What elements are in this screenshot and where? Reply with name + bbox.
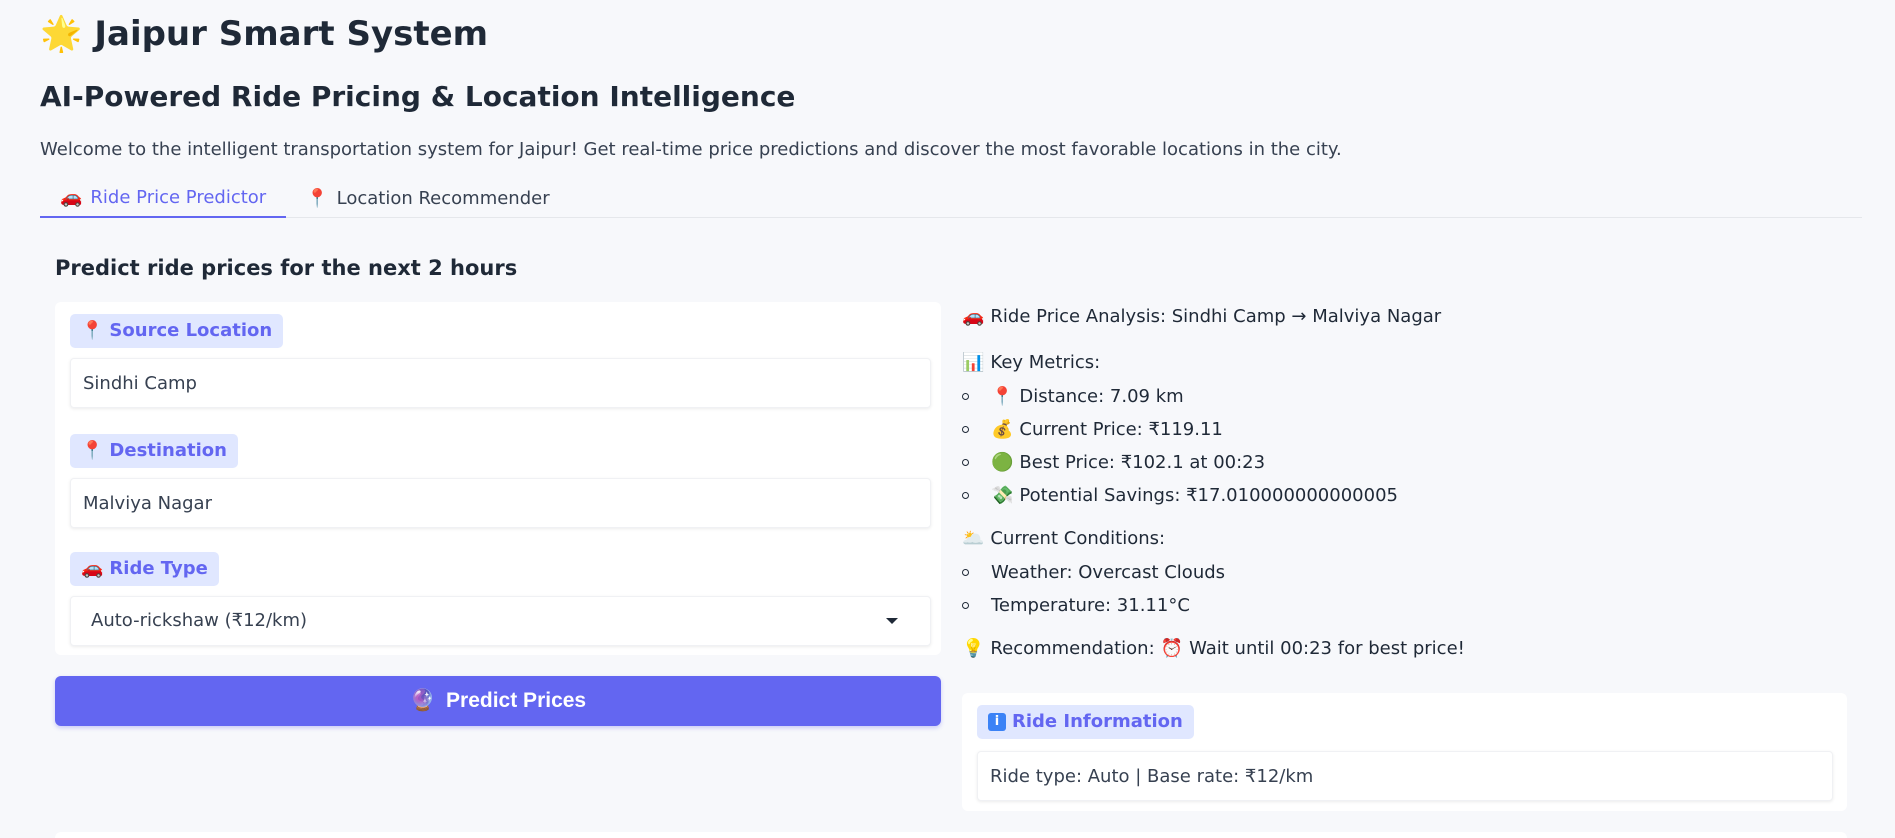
bullet-icon <box>962 393 969 400</box>
list-item: 💰 Current Price: ₹119.11 <box>962 413 1862 446</box>
bullet-icon <box>962 569 969 576</box>
price-analysis: 🚗 Ride Price Analysis: Sindhi Camp → Mal… <box>962 302 1862 664</box>
recommendation-text: Wait until 00:23 for best price! <box>1189 638 1465 659</box>
metric-distance: Distance: 7.09 km <box>1019 386 1184 407</box>
list-item: Weather: Overcast Clouds <box>962 556 1862 589</box>
bullet-icon <box>962 602 969 609</box>
tab-bar: 🚗 Ride Price Predictor 📍 Location Recomm… <box>40 180 1862 218</box>
source-location-input[interactable]: Sindhi Camp <box>70 358 931 408</box>
welcome-text: Welcome to the intelligent transportatio… <box>40 139 1342 160</box>
chevron-down-icon <box>886 618 898 624</box>
conditions-list: Weather: Overcast Clouds Temperature: 31… <box>962 556 1862 622</box>
pin-icon: 📍 <box>81 320 104 341</box>
bullet-icon <box>962 426 969 433</box>
app-root: 🌟 Jaipur Smart System AI-Powered Ride Pr… <box>0 0 1895 838</box>
recommendation-label: Recommendation: <box>990 638 1155 659</box>
ride-information-text: Ride type: Auto | Base rate: ₹12/km <box>977 751 1833 801</box>
analysis-heading-text: Ride Price Analysis: Sindhi Camp → Malvi… <box>990 306 1442 327</box>
pin-icon: 📍 <box>306 188 329 209</box>
bullet-icon <box>962 459 969 466</box>
key-metrics-title: 📊 Key Metrics: <box>962 348 1862 378</box>
label-text: Ride Information <box>1012 711 1183 732</box>
destination-input[interactable]: Malviya Nagar <box>70 478 931 528</box>
lightbulb-icon: 💡 <box>962 638 985 659</box>
button-label: Predict Prices <box>446 689 587 712</box>
tab-label: Ride Price Predictor <box>90 187 267 208</box>
app-title-text: Jaipur Smart System <box>94 14 489 54</box>
condition-temperature: Temperature: 31.11°C <box>991 595 1190 616</box>
analysis-heading: 🚗 Ride Price Analysis: Sindhi Camp → Mal… <box>962 302 1862 332</box>
predict-prices-button[interactable]: 🔮 Predict Prices <box>55 676 941 726</box>
cloud-sun-icon: 🌥️ <box>962 528 985 549</box>
car-icon: 🚗 <box>962 306 985 327</box>
section-title: Predict ride prices for the next 2 hours <box>55 256 518 280</box>
pin-icon: 📍 <box>991 386 1014 407</box>
label-text: Ride Type <box>109 558 208 579</box>
ride-type-select[interactable]: Auto-rickshaw (₹12/km) <box>70 596 931 646</box>
ride-form: 📍 Source Location Sindhi Camp 📍 Destinat… <box>55 302 941 655</box>
info-icon: i <box>988 713 1006 731</box>
source-location-label: 📍 Source Location <box>70 314 284 348</box>
car-icon: 🚗 <box>60 187 83 208</box>
pin-icon: 📍 <box>81 440 104 461</box>
metric-savings: Potential Savings: ₹17.010000000000005 <box>1019 485 1398 506</box>
bar-chart-icon: 📊 <box>962 352 985 373</box>
app-title: 🌟 Jaipur Smart System <box>40 14 488 54</box>
key-metrics-text: Key Metrics: <box>990 352 1101 373</box>
metric-current-price: Current Price: ₹119.11 <box>1019 419 1223 440</box>
tab-label: Location Recommender <box>336 188 550 209</box>
list-item: 📍 Distance: 7.09 km <box>962 380 1862 413</box>
bullet-icon <box>962 492 969 499</box>
next-section-card <box>55 832 1847 838</box>
page-subtitle: AI-Powered Ride Pricing & Location Intel… <box>40 80 796 113</box>
recommendation: 💡 Recommendation: ⏰ Wait until 00:23 for… <box>962 634 1862 664</box>
label-text: Destination <box>109 440 227 461</box>
current-conditions-title: 🌥️ Current Conditions: <box>962 524 1862 554</box>
list-item: 🟢 Best Price: ₹102.1 at 00:23 <box>962 446 1862 479</box>
conditions-title-text: Current Conditions: <box>990 528 1166 549</box>
destination-label: 📍 Destination <box>70 434 238 468</box>
condition-weather: Weather: Overcast Clouds <box>991 562 1226 583</box>
ride-information-label: i Ride Information <box>977 705 1194 739</box>
list-item: 💸 Potential Savings: ₹17.010000000000005 <box>962 479 1862 512</box>
ride-type-value: Auto-rickshaw (₹12/km) <box>91 610 308 631</box>
crystal-ball-icon: 🔮 <box>409 689 437 712</box>
car-icon: 🚗 <box>81 558 104 579</box>
ride-information-card: i Ride Information Ride type: Auto | Bas… <box>962 693 1847 811</box>
label-text: Source Location <box>109 320 273 341</box>
star-icon: 🌟 <box>40 14 83 54</box>
metric-best-price: Best Price: ₹102.1 at 00:23 <box>1019 452 1266 473</box>
list-item: Temperature: 31.11°C <box>962 589 1862 622</box>
money-bag-icon: 💰 <box>991 419 1014 440</box>
alarm-clock-icon: ⏰ <box>1160 638 1184 659</box>
tab-ride-price-predictor[interactable]: 🚗 Ride Price Predictor <box>40 180 287 218</box>
ride-type-label: 🚗 Ride Type <box>70 552 219 586</box>
money-wings-icon: 💸 <box>991 485 1014 506</box>
tab-location-recommender[interactable]: 📍 Location Recommender <box>286 180 569 218</box>
key-metrics-list: 📍 Distance: 7.09 km 💰 Current Price: ₹11… <box>962 380 1862 512</box>
green-circle-icon: 🟢 <box>991 452 1014 473</box>
